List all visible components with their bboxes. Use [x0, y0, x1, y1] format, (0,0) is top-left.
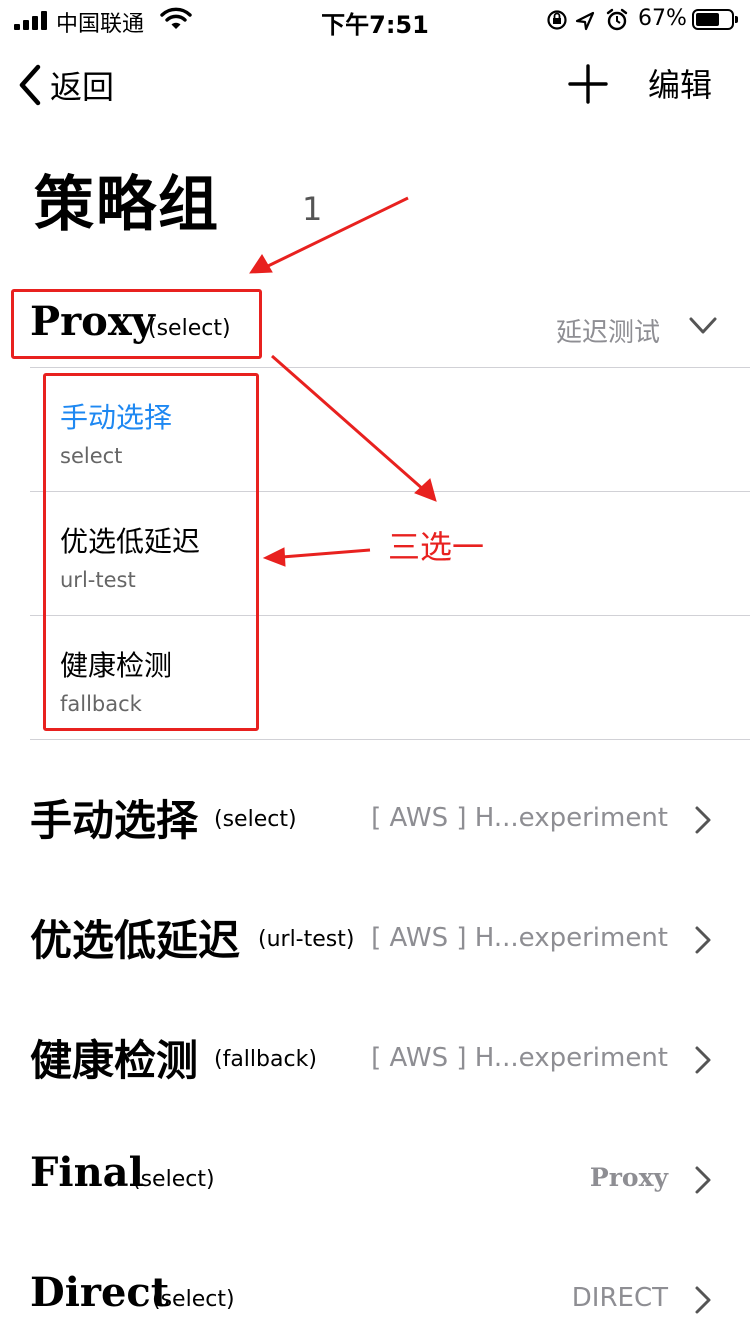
group-row-fallback[interactable]: 健康检测 (fallback) [ AWS ] H...experiment — [0, 1005, 750, 1115]
page-title: 策略组 — [34, 170, 220, 240]
row-value: [ AWS ] H...experiment — [371, 1043, 668, 1073]
row-name: 手动选择 — [30, 796, 199, 845]
group-row-url-test[interactable]: 优选低延迟 (url-test) [ AWS ] H...experiment — [0, 885, 750, 995]
row-value: [ AWS ] H...experiment — [371, 803, 668, 833]
row-value: [ AWS ] H...experiment — [371, 923, 668, 953]
chevron-left-icon — [19, 64, 41, 106]
chevron-right-icon — [695, 1166, 711, 1194]
row-type: (fallback) — [214, 1047, 317, 1072]
location-icon — [575, 11, 595, 31]
chevron-right-icon — [695, 1046, 711, 1074]
divider — [30, 739, 750, 740]
group-row-manual-select[interactable]: 手动选择 (select) [ AWS ] H...experiment — [0, 765, 750, 875]
row-name: 优选低延迟 — [30, 916, 241, 965]
annotation-box-group — [11, 289, 262, 359]
battery-percent: 67% — [638, 6, 687, 31]
row-type: (select) — [152, 1287, 235, 1312]
row-name: Final — [30, 1149, 144, 1196]
status-bar: 中国联通 下午7:51 67% — [0, 0, 750, 40]
alarm-icon — [606, 8, 628, 31]
row-name: 健康检测 — [30, 1036, 199, 1085]
chevron-down-icon[interactable] — [688, 314, 718, 338]
row-type: (select) — [214, 807, 297, 832]
annotation-arrow — [249, 196, 409, 274]
chevron-right-icon — [695, 1286, 711, 1314]
latency-test-button[interactable]: 延迟测试 — [556, 312, 660, 349]
chevron-right-icon — [695, 806, 711, 834]
back-label: 返回 — [50, 68, 115, 106]
annotation-label: 三选一 — [388, 528, 485, 566]
status-icons — [547, 8, 628, 31]
row-value: Proxy — [589, 1163, 668, 1192]
back-button[interactable]: 返回 — [16, 60, 114, 110]
plus-icon[interactable] — [566, 62, 610, 106]
chevron-right-icon — [695, 926, 711, 954]
annotation-number: 1 — [302, 190, 323, 228]
orientation-lock-icon — [547, 10, 567, 30]
group-row-final[interactable]: Final (select) Proxy — [0, 1125, 750, 1235]
edit-button[interactable]: 编辑 — [648, 60, 712, 106]
row-name: Direct — [30, 1269, 170, 1316]
battery-icon — [692, 9, 738, 30]
row-type: (url-test) — [258, 927, 355, 952]
group-row-direct[interactable]: Direct (select) DIRECT — [0, 1245, 750, 1334]
row-value: DIRECT — [571, 1283, 668, 1313]
row-type: (select) — [132, 1167, 215, 1192]
annotation-box-options — [43, 373, 259, 731]
